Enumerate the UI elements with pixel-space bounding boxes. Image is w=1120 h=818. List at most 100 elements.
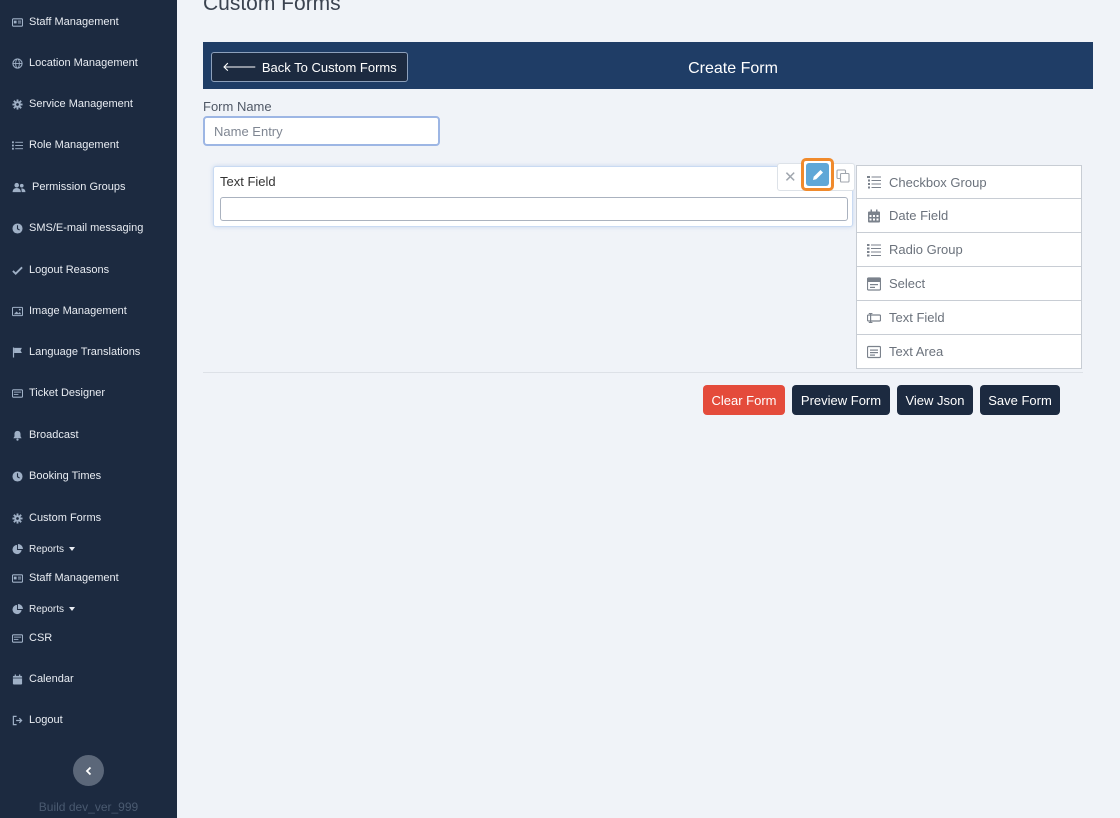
palette-item-label: Text Field — [889, 310, 945, 325]
sidebar-item-label: Service Management — [29, 98, 133, 110]
bell-icon — [12, 430, 23, 441]
sidebar-item-label: Staff Management — [29, 572, 119, 584]
gear-icon — [12, 512, 23, 524]
flag-icon — [12, 346, 23, 358]
field-title: Text Field — [220, 174, 276, 189]
sidebar-item-label: Role Management — [29, 139, 119, 151]
sidebar-item-label: Custom Forms — [29, 512, 102, 524]
list-icon — [867, 243, 881, 257]
sidebar-item-staff-management[interactable]: Staff Management — [12, 11, 119, 33]
divider — [203, 372, 1083, 373]
sidebar-item-label: Calendar — [29, 673, 74, 685]
text-field-preview-input[interactable] — [220, 197, 848, 221]
sidebar-item-reports-2[interactable]: Reports — [12, 598, 76, 620]
clear-form-button[interactable]: Clear Form — [703, 385, 785, 415]
sidebar-item-location-management[interactable]: Location Management — [12, 52, 138, 74]
field-palette: Checkbox Group Date Field Radio Group Se… — [856, 165, 1082, 369]
palette-item-label: Date Field — [889, 208, 949, 223]
sidebar-item-image-management[interactable]: Image Management — [12, 300, 127, 322]
chevron-down-icon — [69, 607, 76, 611]
sidebar-item-label: Booking Times — [29, 470, 102, 482]
sidebar-item-label: Ticket Designer — [29, 387, 106, 399]
sign-out-icon — [12, 715, 23, 726]
sidebar-item-logout[interactable]: Logout — [12, 709, 63, 731]
form-field-card[interactable]: Text Field ✕ — [213, 158, 855, 227]
checklist-icon — [867, 175, 881, 189]
sidebar-item-language-translations[interactable]: Language Translations — [12, 341, 140, 363]
pencil-icon — [812, 169, 823, 180]
palette-item-text-field[interactable]: Text Field — [856, 301, 1082, 335]
sidebar-item-label: Reports — [29, 603, 65, 615]
sidebar-item-label: Logout — [29, 714, 63, 726]
sidebar-item-label: Image Management — [29, 305, 127, 317]
palette-item-radio-group[interactable]: Radio Group — [856, 233, 1082, 267]
sidebar-item-broadcast[interactable]: Broadcast — [12, 424, 79, 446]
palette-item-date-field[interactable]: Date Field — [856, 199, 1082, 233]
view-json-button[interactable]: View Json — [897, 385, 973, 415]
sidebar-item-logout-reasons[interactable]: Logout Reasons — [12, 259, 109, 281]
edit-field-button[interactable] — [801, 158, 834, 191]
sidebar-item-label: Reports — [29, 543, 65, 555]
sidebar: Staff Management Location Management Ser… — [0, 0, 177, 818]
clock-icon — [12, 470, 23, 482]
ticket-icon — [12, 388, 23, 399]
form-name-input[interactable] — [203, 116, 440, 146]
palette-item-label: Text Area — [889, 344, 944, 359]
palette-item-label: Radio Group — [889, 242, 963, 257]
sidebar-item-role-management[interactable]: Role Management — [12, 134, 119, 156]
palette-item-text-area[interactable]: Text Area — [856, 335, 1082, 369]
globe-icon — [12, 57, 23, 69]
sidebar-item-label: Permission Groups — [32, 181, 126, 193]
sidebar-item-label: Logout Reasons — [29, 264, 110, 276]
sidebar-item-permission-groups[interactable]: Permission Groups — [12, 176, 126, 198]
sidebar-item-label: CSR — [29, 632, 53, 644]
copy-field-button[interactable] — [836, 169, 850, 183]
save-form-button[interactable]: Save Form — [980, 385, 1060, 415]
preview-form-button[interactable]: Preview Form — [792, 385, 890, 415]
palette-item-select[interactable]: Select — [856, 267, 1082, 301]
id-card-icon — [12, 17, 23, 28]
page-title: Custom Forms — [203, 0, 341, 15]
palette-item-checkbox-group[interactable]: Checkbox Group — [856, 165, 1082, 199]
form-header-bar: 🡐 Back To Custom Forms Create Form — [203, 42, 1093, 89]
image-icon — [12, 306, 23, 317]
sidebar-item-custom-forms[interactable]: Custom Forms — [12, 507, 101, 529]
clock-icon — [12, 222, 23, 234]
build-version: Build dev_ver_999 — [38, 800, 139, 814]
create-form-title: Create Form — [688, 60, 778, 77]
id-card-icon — [12, 633, 23, 644]
sidebar-item-ticket-designer[interactable]: Ticket Designer — [12, 382, 105, 404]
select-icon — [867, 276, 881, 291]
sidebar-item-csr[interactable]: CSR — [12, 627, 52, 649]
remove-field-button[interactable]: ✕ — [784, 168, 797, 186]
calendar-icon — [12, 673, 23, 685]
sidebar-item-sms-email-messaging[interactable]: SMS/E-mail messaging — [12, 217, 143, 239]
sidebar-item-service-management[interactable]: Service Management — [12, 93, 133, 115]
chevron-down-icon — [69, 547, 76, 551]
users-icon — [12, 182, 26, 193]
sidebar-item-booking-times[interactable]: Booking Times — [12, 465, 101, 487]
sidebar-collapse-button[interactable] — [73, 755, 104, 786]
chevron-left-icon — [85, 766, 91, 775]
form-name-label: Form Name — [203, 99, 272, 114]
sidebar-item-staff-management-2[interactable]: Staff Management — [12, 567, 119, 589]
gear-icon — [12, 98, 23, 110]
pie-chart-icon — [12, 543, 23, 555]
field-controls: ✕ — [777, 158, 855, 191]
sidebar-item-calendar[interactable]: Calendar — [12, 668, 74, 690]
pie-chart-icon — [12, 603, 23, 615]
sidebar-item-label: Language Translations — [29, 346, 141, 358]
calendar-icon — [867, 209, 881, 223]
check-icon — [12, 265, 23, 276]
text-field-icon — [867, 311, 881, 325]
list-icon — [12, 140, 23, 151]
id-card-icon — [12, 573, 23, 584]
sidebar-item-label: Broadcast — [29, 429, 79, 441]
sidebar-item-label: Staff Management — [29, 16, 119, 28]
sidebar-item-reports[interactable]: Reports — [12, 538, 76, 560]
sidebar-item-label: Location Management — [29, 57, 138, 69]
palette-item-label: Checkbox Group — [889, 174, 987, 190]
text-area-icon — [867, 345, 881, 359]
palette-item-label: Select — [889, 276, 926, 291]
copy-icon — [836, 169, 850, 183]
